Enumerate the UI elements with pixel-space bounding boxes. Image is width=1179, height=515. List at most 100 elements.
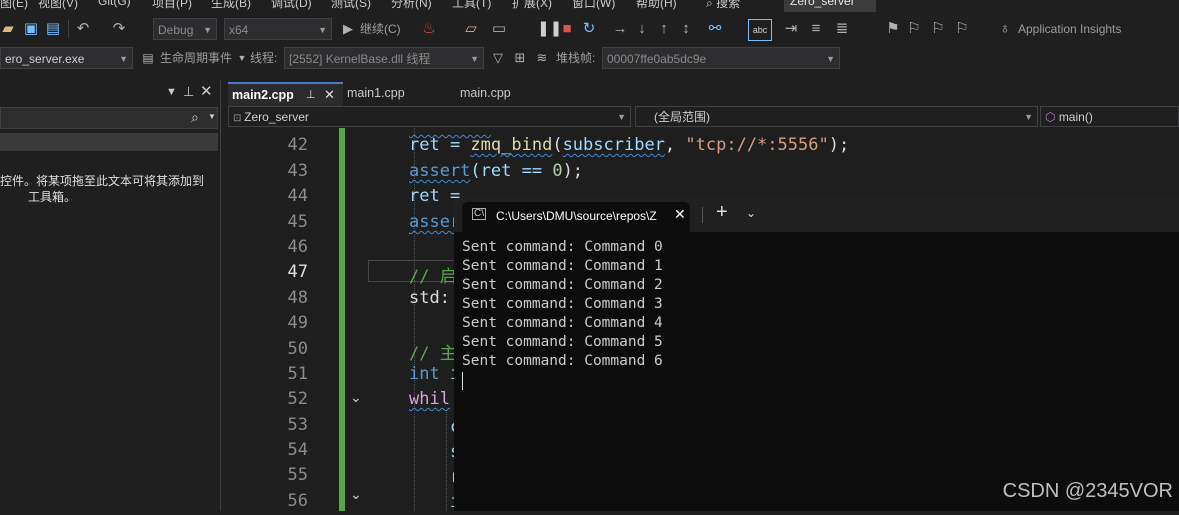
play-icon[interactable]: ▶: [340, 14, 356, 44]
window-icon[interactable]: ▭: [490, 14, 508, 44]
step-into-icon[interactable]: ↓: [634, 14, 650, 44]
pin-icon[interactable]: ⊞: [512, 44, 528, 72]
project-title: Zero_server: [784, 0, 876, 12]
navigation-bar: ⊡ Zero_server ▼ (全局范围) ▼ ⬡ main(): [228, 106, 1179, 129]
code-token: );: [828, 135, 850, 155]
toolbox-group-header[interactable]: [0, 133, 218, 151]
clear-bookmarks-icon[interactable]: ⚐: [954, 14, 970, 44]
standard-toolbar: ▰ ▣ ▤ ↶ ↷ Debug ▼ x64 ▼ ▶ 继续(C) ♨ ▱ ▭ ❚❚ ■…: [0, 14, 1179, 44]
prev-bookmark-icon[interactable]: ⚐: [906, 14, 922, 44]
chevron-down-icon: ▼: [617, 112, 626, 122]
menu-bar: 图(E) 视图(V) Git(G) 项目(P) 生成(B) 调试(D) 测试(S…: [0, 0, 1179, 12]
diagnostic-icon[interactable]: ⚯: [706, 14, 724, 44]
code-token: zmq_bind: [470, 135, 553, 155]
menu-build[interactable]: 生成(B): [211, 0, 251, 11]
new-tab-button[interactable]: +: [716, 201, 728, 224]
collapse-chevron-icon[interactable]: ⌄: [350, 389, 362, 406]
step-out-icon[interactable]: ↑: [656, 14, 672, 44]
chevron-down-icon[interactable]: ▼: [208, 112, 216, 121]
continue-button[interactable]: 继续(C): [360, 15, 401, 43]
undo-icon[interactable]: ↶: [74, 14, 92, 44]
platform-dropdown[interactable]: x64 ▼: [224, 18, 332, 40]
restart-icon[interactable]: ↻: [580, 14, 598, 44]
terminal-tab[interactable]: C\ C:\Users\DMU\source\repos\Z ✕: [462, 202, 690, 232]
terminal-output-line: Sent command: Command 0: [462, 239, 663, 255]
code-token: int: [409, 364, 440, 384]
chevron-down-icon[interactable]: ▼: [236, 44, 248, 72]
menu-extensions[interactable]: 扩展(X): [512, 0, 552, 11]
indent-guide: [446, 412, 448, 511]
collapse-chevron-icon[interactable]: ⌄: [350, 486, 362, 503]
code-token: (ret ==: [470, 161, 553, 181]
line-number: 50: [287, 339, 308, 359]
step-back-icon[interactable]: ↕: [678, 14, 694, 44]
pause-icon[interactable]: ❚❚: [537, 14, 562, 44]
tab-main-cpp[interactable]: main.cpp: [456, 82, 561, 106]
pin-icon[interactable]: ⊥: [306, 84, 316, 106]
menu-edit[interactable]: 图(E): [0, 0, 28, 11]
configuration-dropdown[interactable]: Debug ▼: [153, 18, 217, 40]
close-icon[interactable]: ✕: [324, 84, 335, 106]
code-token: 0: [552, 161, 563, 181]
global-scope-dropdown[interactable]: (全局范围) ▼: [635, 106, 1038, 127]
menu-test[interactable]: 测试(S): [331, 0, 371, 11]
process-dropdown[interactable]: ero_server.exe ▼: [0, 47, 133, 69]
hot-reload-icon[interactable]: ♨: [420, 14, 438, 44]
chevron-down-icon[interactable]: ⌄: [746, 206, 756, 220]
open-folder-icon[interactable]: ▰: [0, 14, 16, 44]
spell-check-icon[interactable]: abc: [748, 19, 772, 41]
platform-value: x64: [229, 23, 249, 37]
filter-icon[interactable]: ▽: [490, 44, 506, 72]
terminal-body[interactable]: Sent command: Command 0 Sent command: Co…: [454, 232, 1179, 511]
redo-icon[interactable]: ↷: [110, 14, 128, 44]
flag-icon[interactable]: ≋: [534, 44, 550, 72]
line-number: 43: [287, 161, 308, 181]
indent-icon[interactable]: ⇥: [782, 14, 800, 44]
thread-dropdown[interactable]: [2552] KernelBase.dll 线程 ▼: [284, 47, 484, 69]
pin-icon[interactable]: ⊥: [183, 84, 194, 100]
menu-project[interactable]: 项目(P): [152, 0, 192, 11]
stop-icon[interactable]: ■: [559, 14, 575, 44]
menu-window[interactable]: 窗口(W): [572, 0, 615, 11]
toolbox-message-line2: 工具箱。: [28, 190, 77, 204]
tab-main2-cpp[interactable]: main2.cpp ⊥ ✕: [228, 82, 343, 106]
code-line-48: std:: [409, 288, 450, 308]
menu-view[interactable]: 视图(V): [38, 0, 78, 11]
toolbox-search-input[interactable]: ⌕ ▼: [0, 107, 218, 129]
code-line-42: ret = zmq_bind(subscriber, "tcp://*:5556…: [409, 135, 849, 155]
terminal-window[interactable]: Sent command: Command 0 Sent command: Co…: [454, 198, 1179, 511]
menu-git[interactable]: Git(G): [98, 0, 131, 8]
line-number: 55: [287, 465, 308, 485]
toolbox-message-line1: 控件。将某项拖至此文本可将其添加到: [0, 174, 205, 188]
project-scope-value: Zero_server: [244, 110, 309, 124]
member-dropdown[interactable]: ⬡ main(): [1040, 106, 1179, 127]
console-icon: C\: [472, 208, 486, 220]
code-token: ret =: [409, 186, 461, 206]
search-menu[interactable]: ⌕ 搜索: [706, 0, 740, 11]
application-insights-button[interactable]: Application Insights: [1018, 15, 1121, 43]
step-over-icon[interactable]: →: [612, 14, 628, 44]
code-token: ret =: [409, 135, 471, 155]
close-icon[interactable]: ✕: [674, 206, 686, 223]
next-bookmark-icon[interactable]: ⚐: [930, 14, 946, 44]
save-all-icon[interactable]: ▤: [44, 14, 62, 44]
menu-help[interactable]: 帮助(H): [636, 0, 677, 11]
comment-icon[interactable]: ≡: [808, 14, 824, 44]
panel-menu-icon[interactable]: ▼: [166, 86, 177, 98]
chevron-down-icon: ▼: [826, 54, 835, 64]
menu-debug[interactable]: 调试(D): [271, 0, 312, 11]
code-line-41-partial: [409, 116, 491, 136]
folder-icon[interactable]: ▱: [462, 14, 480, 44]
close-icon[interactable]: ✕: [200, 82, 213, 100]
save-icon[interactable]: ▣: [22, 14, 40, 44]
debug-location-toolbar: ero_server.exe ▼ ▤ 生命周期事件 ▼ 线程: [2552] Ke…: [0, 44, 1179, 72]
tab-main1-cpp[interactable]: main1.cpp: [343, 82, 456, 106]
bookmark-icon[interactable]: ⚑: [886, 14, 900, 44]
menu-tools[interactable]: 工具(T): [452, 0, 491, 11]
terminal-titlebar[interactable]: C\ C:\Users\DMU\source\repos\Z ✕ + ⌄: [454, 198, 1179, 232]
stack-frame-dropdown[interactable]: 00007ffe0ab5dc9e ▼: [602, 47, 840, 69]
menu-analyze[interactable]: 分析(N): [391, 0, 432, 11]
uncomment-icon[interactable]: ≣: [834, 14, 850, 44]
lifecycle-events-button[interactable]: 生命周期事件: [160, 44, 232, 72]
search-icon: ⌕: [191, 109, 199, 125]
